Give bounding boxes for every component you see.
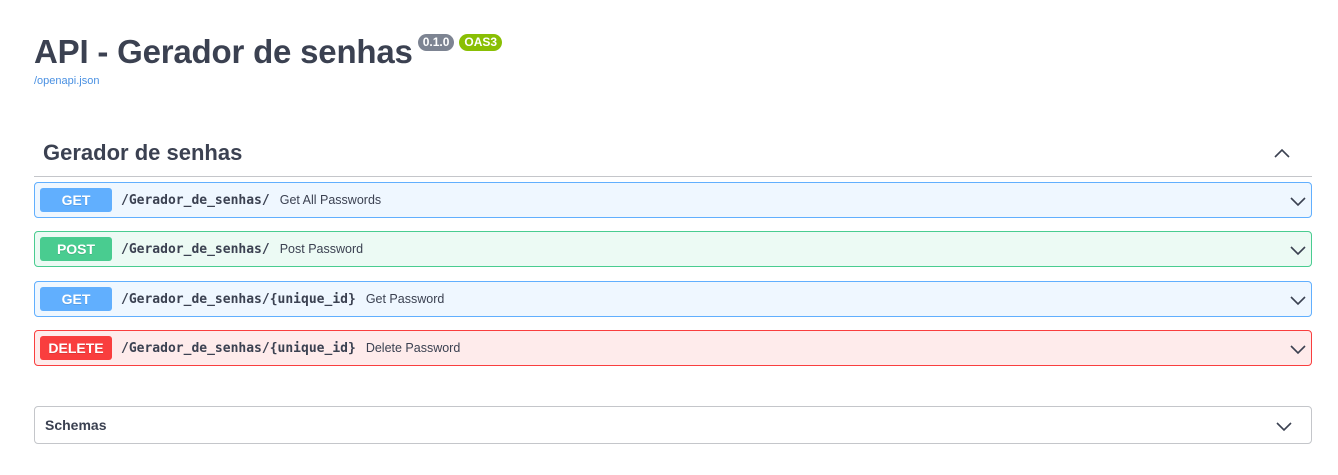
method-badge: GET xyxy=(40,188,112,212)
chevron-down-icon[interactable] xyxy=(1289,291,1307,309)
operation-post-password[interactable]: POST /Gerador_de_senhas/ Post Password xyxy=(34,231,1312,267)
operation-summary: Delete Password xyxy=(365,341,461,355)
method-badge: POST xyxy=(40,237,112,261)
api-title-row: API - Gerador de senhas 0.1.0 OAS3 xyxy=(34,32,503,72)
chevron-down-icon[interactable] xyxy=(1275,417,1293,435)
chevron-down-icon[interactable] xyxy=(1289,340,1307,358)
schemas-title: Schemas xyxy=(45,417,107,433)
operation-summary: Get Password xyxy=(365,292,445,306)
version-badge: 0.1.0 xyxy=(417,34,455,51)
page-title: API - Gerador de senhas xyxy=(34,33,413,70)
operation-delete-password[interactable]: DELETE /Gerador_de_senhas/{unique_id} De… xyxy=(34,330,1312,366)
swagger-page: API - Gerador de senhas 0.1.0 OAS3 /open… xyxy=(0,0,1338,475)
operation-summary: Get All Passwords xyxy=(279,193,382,207)
oas-badge: OAS3 xyxy=(459,34,503,51)
operation-get-all-passwords[interactable]: GET /Gerador_de_senhas/ Get All Password… xyxy=(34,182,1312,218)
chevron-down-icon[interactable] xyxy=(1289,241,1307,259)
operation-path: /Gerador_de_senhas/{unique_id} xyxy=(121,340,356,356)
operation-get-password[interactable]: GET /Gerador_de_senhas/{unique_id} Get P… xyxy=(34,281,1312,317)
operation-path: /Gerador_de_senhas/{unique_id} xyxy=(121,291,356,307)
openapi-json-link[interactable]: /openapi.json xyxy=(34,74,99,88)
method-badge: GET xyxy=(40,287,112,311)
tag-title: Gerador de senhas xyxy=(43,140,243,165)
operation-summary: Post Password xyxy=(279,242,364,256)
chevron-up-icon[interactable] xyxy=(1272,144,1292,164)
chevron-down-icon[interactable] xyxy=(1289,192,1307,210)
method-badge: DELETE xyxy=(40,336,112,360)
operation-path: /Gerador_de_senhas/ xyxy=(121,241,270,257)
operation-path: /Gerador_de_senhas/ xyxy=(121,192,270,208)
tag-section-header[interactable]: Gerador de senhas xyxy=(34,132,1312,177)
schemas-section[interactable]: Schemas xyxy=(34,406,1312,444)
